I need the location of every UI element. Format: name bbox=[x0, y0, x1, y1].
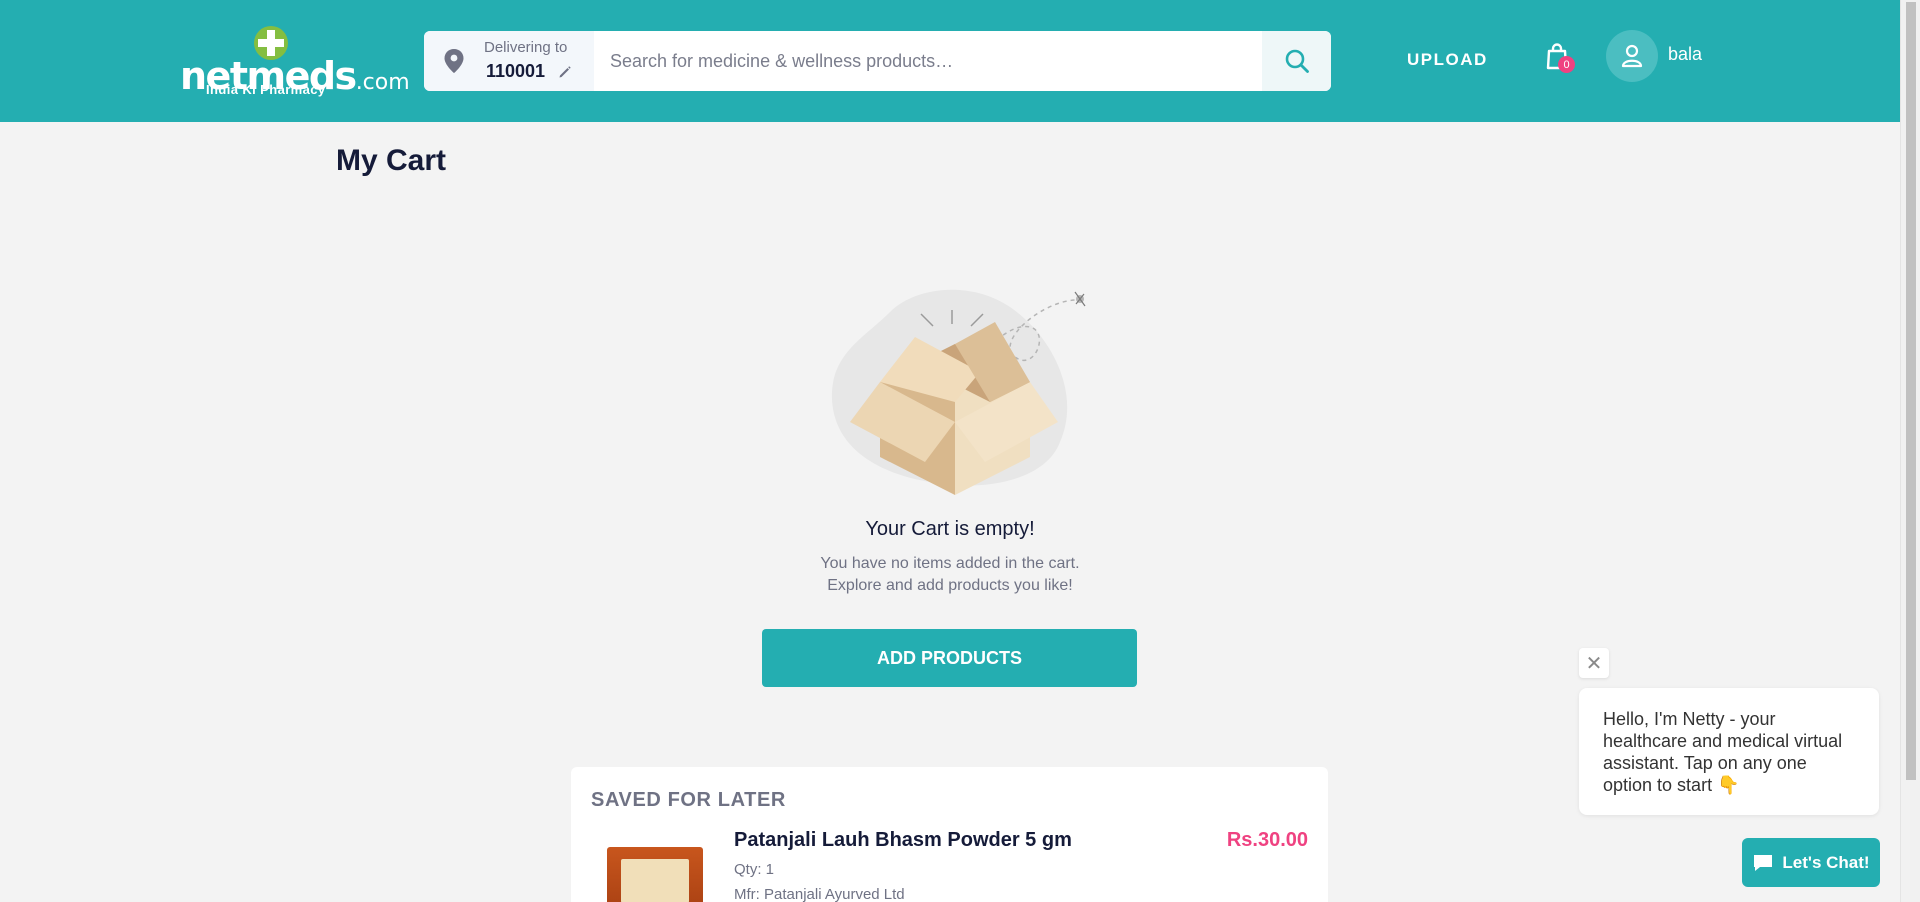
username-label[interactable]: bala bbox=[1668, 44, 1702, 65]
product-price: Rs.30.00 bbox=[1226, 829, 1308, 851]
location-pin-icon bbox=[444, 49, 464, 73]
pincode-value: 110001 bbox=[486, 61, 546, 81]
search-icon bbox=[1285, 49, 1309, 73]
cart-button[interactable]: 0 bbox=[1545, 42, 1575, 74]
netmeds-logo[interactable]: netmeds.com India Ki Pharmacy bbox=[178, 22, 410, 102]
user-avatar[interactable] bbox=[1606, 30, 1658, 82]
lets-chat-button[interactable]: Let's Chat! bbox=[1742, 838, 1880, 887]
search-button[interactable] bbox=[1262, 31, 1331, 91]
edit-pencil-icon[interactable] bbox=[558, 65, 572, 79]
scrollbar-thumb[interactable] bbox=[1906, 2, 1916, 780]
site-header: netmeds.com India Ki Pharmacy Delivering… bbox=[0, 0, 1900, 122]
cart-count-badge: 0 bbox=[1558, 56, 1575, 73]
chat-close-button[interactable]: ✕ bbox=[1579, 648, 1609, 678]
page-scrollbar[interactable] bbox=[1900, 0, 1920, 902]
search-input[interactable] bbox=[594, 31, 1262, 91]
delivering-to-label: Delivering to bbox=[484, 39, 568, 56]
empty-box-illustration bbox=[831, 289, 1086, 495]
product-name[interactable]: Patanjali Lauh Bhasm Powder 5 gm bbox=[734, 829, 1072, 852]
user-icon bbox=[1621, 44, 1643, 68]
empty-cart-title: Your Cart is empty! bbox=[865, 518, 1035, 540]
add-products-button[interactable]: ADD PRODUCTS bbox=[762, 629, 1137, 687]
delivery-location[interactable]: Delivering to 110001 bbox=[424, 31, 594, 91]
saved-for-later-panel: SAVED FOR LATER Patanjali Lauh Bhasm Pow… bbox=[571, 767, 1328, 902]
product-manufacturer: Mfr: Patanjali Ayurved Ltd bbox=[734, 886, 905, 902]
product-image[interactable] bbox=[607, 847, 703, 902]
lets-chat-label: Let's Chat! bbox=[1782, 852, 1870, 872]
chat-greeting-bubble: Hello, I'm Netty - your healthcare and m… bbox=[1579, 688, 1879, 815]
upload-link[interactable]: UPLOAD bbox=[1407, 50, 1488, 70]
chat-bubble-icon bbox=[1754, 854, 1773, 871]
logo-tagline: India Ki Pharmacy bbox=[206, 82, 326, 97]
product-qty: Qty: 1 bbox=[734, 861, 775, 878]
search-bar: Delivering to 110001 bbox=[424, 31, 1331, 91]
empty-cart-subtitle: You have no items added in the cart. Exp… bbox=[820, 555, 1080, 594]
page-title: My Cart bbox=[336, 144, 447, 177]
saved-for-later-title: SAVED FOR LATER bbox=[591, 789, 786, 811]
